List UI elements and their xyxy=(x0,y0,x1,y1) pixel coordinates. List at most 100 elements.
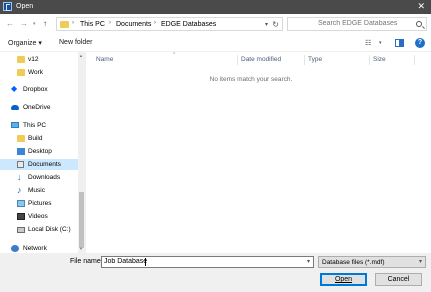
dialog-footer: File name: ▾ Database files (*.mdf) ▾ Op… xyxy=(0,253,431,292)
app-icon xyxy=(3,2,12,11)
scroll-up-icon[interactable]: ▲ xyxy=(79,53,83,58)
column-header-type[interactable]: Type xyxy=(308,56,322,63)
column-divider[interactable] xyxy=(369,55,370,65)
sidebar-item-label: Downloads xyxy=(28,174,61,181)
sidebar-item-label: Videos xyxy=(28,213,48,220)
folder-icon xyxy=(17,56,25,63)
file-type-dropdown-icon[interactable]: ▾ xyxy=(419,258,422,265)
documents-icon xyxy=(17,161,24,168)
search-input[interactable] xyxy=(318,20,431,27)
breadcrumb-documents[interactable]: Documents xyxy=(116,21,151,28)
sidebar-item-onedrive[interactable]: OneDrive xyxy=(0,102,78,113)
breadcrumb-chevron-icon[interactable]: › xyxy=(154,20,156,26)
column-divider[interactable] xyxy=(304,55,305,65)
view-dropdown-icon[interactable]: ▾ xyxy=(379,40,382,46)
text-cursor xyxy=(145,258,146,266)
sidebar-item-network[interactable]: Network xyxy=(0,243,78,253)
sidebar-item-label: Music xyxy=(28,187,45,194)
column-header-date-modified[interactable]: Date modified xyxy=(241,56,281,63)
open-button-label: Open xyxy=(334,276,353,283)
recent-locations-chevron-icon[interactable]: ▾ xyxy=(33,21,36,27)
new-folder-button[interactable]: New folder xyxy=(59,39,92,46)
file-name-input[interactable] xyxy=(104,258,294,265)
file-type-value: Database files (*.mdf) xyxy=(322,259,385,266)
search-box[interactable] xyxy=(287,17,431,31)
breadcrumb-this-pc[interactable]: This PC xyxy=(80,21,105,28)
sidebar-item-this-pc[interactable]: This PC xyxy=(0,120,78,131)
preview-pane-icon[interactable] xyxy=(395,39,404,47)
cancel-button[interactable]: Cancel xyxy=(375,273,422,286)
column-header-name[interactable]: Name xyxy=(96,56,113,63)
network-icon xyxy=(11,245,19,252)
sidebar-item-label: Dropbox xyxy=(23,86,48,93)
column-divider[interactable] xyxy=(414,55,415,65)
help-icon[interactable]: ? xyxy=(415,38,425,48)
organize-button[interactable]: Organize ▾ xyxy=(8,39,42,47)
forward-arrow-icon[interactable]: → xyxy=(20,19,28,28)
pictures-icon xyxy=(17,200,25,207)
breadcrumb-chevron-icon[interactable]: › xyxy=(109,20,111,26)
sidebar-item-videos[interactable]: Videos xyxy=(0,211,78,222)
sidebar-item-label: Pictures xyxy=(28,200,52,207)
folder-icon xyxy=(60,21,69,28)
sidebar-item-label: This PC xyxy=(23,122,47,129)
column-header-size[interactable]: Size xyxy=(373,56,386,63)
navigation-pane: v12 Work Dropbox OneDrive This PC Build … xyxy=(0,52,85,253)
sidebar-item-downloads[interactable]: Downloads xyxy=(0,172,78,183)
dropbox-icon xyxy=(11,84,19,93)
folder-icon xyxy=(17,135,25,142)
close-icon[interactable]: ✕ xyxy=(417,1,425,12)
back-arrow-icon[interactable]: ← xyxy=(6,19,14,28)
open-button[interactable]: Open xyxy=(320,273,367,286)
file-name-label: File name: xyxy=(70,258,103,265)
scrollbar-thumb[interactable] xyxy=(79,192,84,248)
breadcrumb-edge-databases[interactable]: EDGE Databases xyxy=(161,21,216,28)
refresh-icon[interactable]: ↻ xyxy=(272,20,279,29)
sidebar-item-v12[interactable]: v12 xyxy=(0,54,78,65)
local-disk-icon xyxy=(17,227,25,233)
sidebar-item-work[interactable]: Work xyxy=(0,67,78,78)
scroll-down-icon[interactable]: ▼ xyxy=(79,246,83,251)
sidebar-item-local-disk[interactable]: Local Disk (C:) xyxy=(0,224,78,235)
sidebar-item-label: Build xyxy=(28,135,43,142)
sidebar-item-label: Local Disk (C:) xyxy=(28,226,71,233)
sidebar-item-label: Network xyxy=(23,245,47,252)
address-bar[interactable]: › This PC › Documents › EDGE Databases ▾… xyxy=(56,17,283,31)
file-type-select[interactable]: Database files (*.mdf) ▾ xyxy=(318,256,426,268)
videos-icon xyxy=(17,213,25,220)
window-title: Open xyxy=(16,3,34,10)
this-pc-icon xyxy=(11,122,19,128)
search-icon xyxy=(416,21,422,27)
sidebar-item-label: OneDrive xyxy=(23,104,51,111)
file-list-scrollbar[interactable] xyxy=(424,52,431,253)
up-arrow-icon[interactable]: ↑ xyxy=(43,19,47,28)
empty-folder-message: No items match your search. xyxy=(209,76,293,83)
folder-icon xyxy=(17,69,25,76)
sidebar-item-build[interactable]: Build xyxy=(0,133,78,144)
file-list[interactable]: Name ^ Date modified Type Size No items … xyxy=(86,52,431,253)
sort-indicator-icon: ^ xyxy=(173,52,176,58)
sidebar-item-label: Documents xyxy=(28,161,61,168)
sidebar-item-documents[interactable]: Documents xyxy=(0,159,78,170)
file-name-field[interactable]: ▾ xyxy=(101,256,314,268)
sidebar-item-music[interactable]: Music xyxy=(0,185,78,196)
sidebar-item-label: v12 xyxy=(28,56,39,63)
sidebar-item-desktop[interactable]: Desktop xyxy=(0,146,78,157)
view-options-icon[interactable]: ☷ xyxy=(365,39,371,47)
address-dropdown-icon[interactable]: ▾ xyxy=(265,21,268,28)
sidebar-item-label: Work xyxy=(28,69,44,76)
onedrive-icon xyxy=(11,105,19,110)
sidebar-item-pictures[interactable]: Pictures xyxy=(0,198,78,209)
command-bar: Organize ▾ New folder ☷ ▾ ? xyxy=(0,34,431,52)
sidebar-item-label: Desktop xyxy=(28,148,52,155)
navigation-bar: ← → ▾ ↑ › This PC › Documents › EDGE Dat… xyxy=(0,14,431,34)
desktop-icon xyxy=(17,148,25,155)
column-divider[interactable] xyxy=(237,55,238,65)
sidebar-item-dropbox[interactable]: Dropbox xyxy=(0,84,78,95)
title-bar: Open ✕ xyxy=(0,0,431,14)
file-name-dropdown-icon[interactable]: ▾ xyxy=(307,258,310,265)
navigation-pane-scrollbar[interactable]: ▲ ▼ xyxy=(78,52,85,253)
downloads-icon xyxy=(17,172,25,182)
music-icon xyxy=(17,185,25,195)
breadcrumb-chevron-icon[interactable]: › xyxy=(72,20,74,26)
